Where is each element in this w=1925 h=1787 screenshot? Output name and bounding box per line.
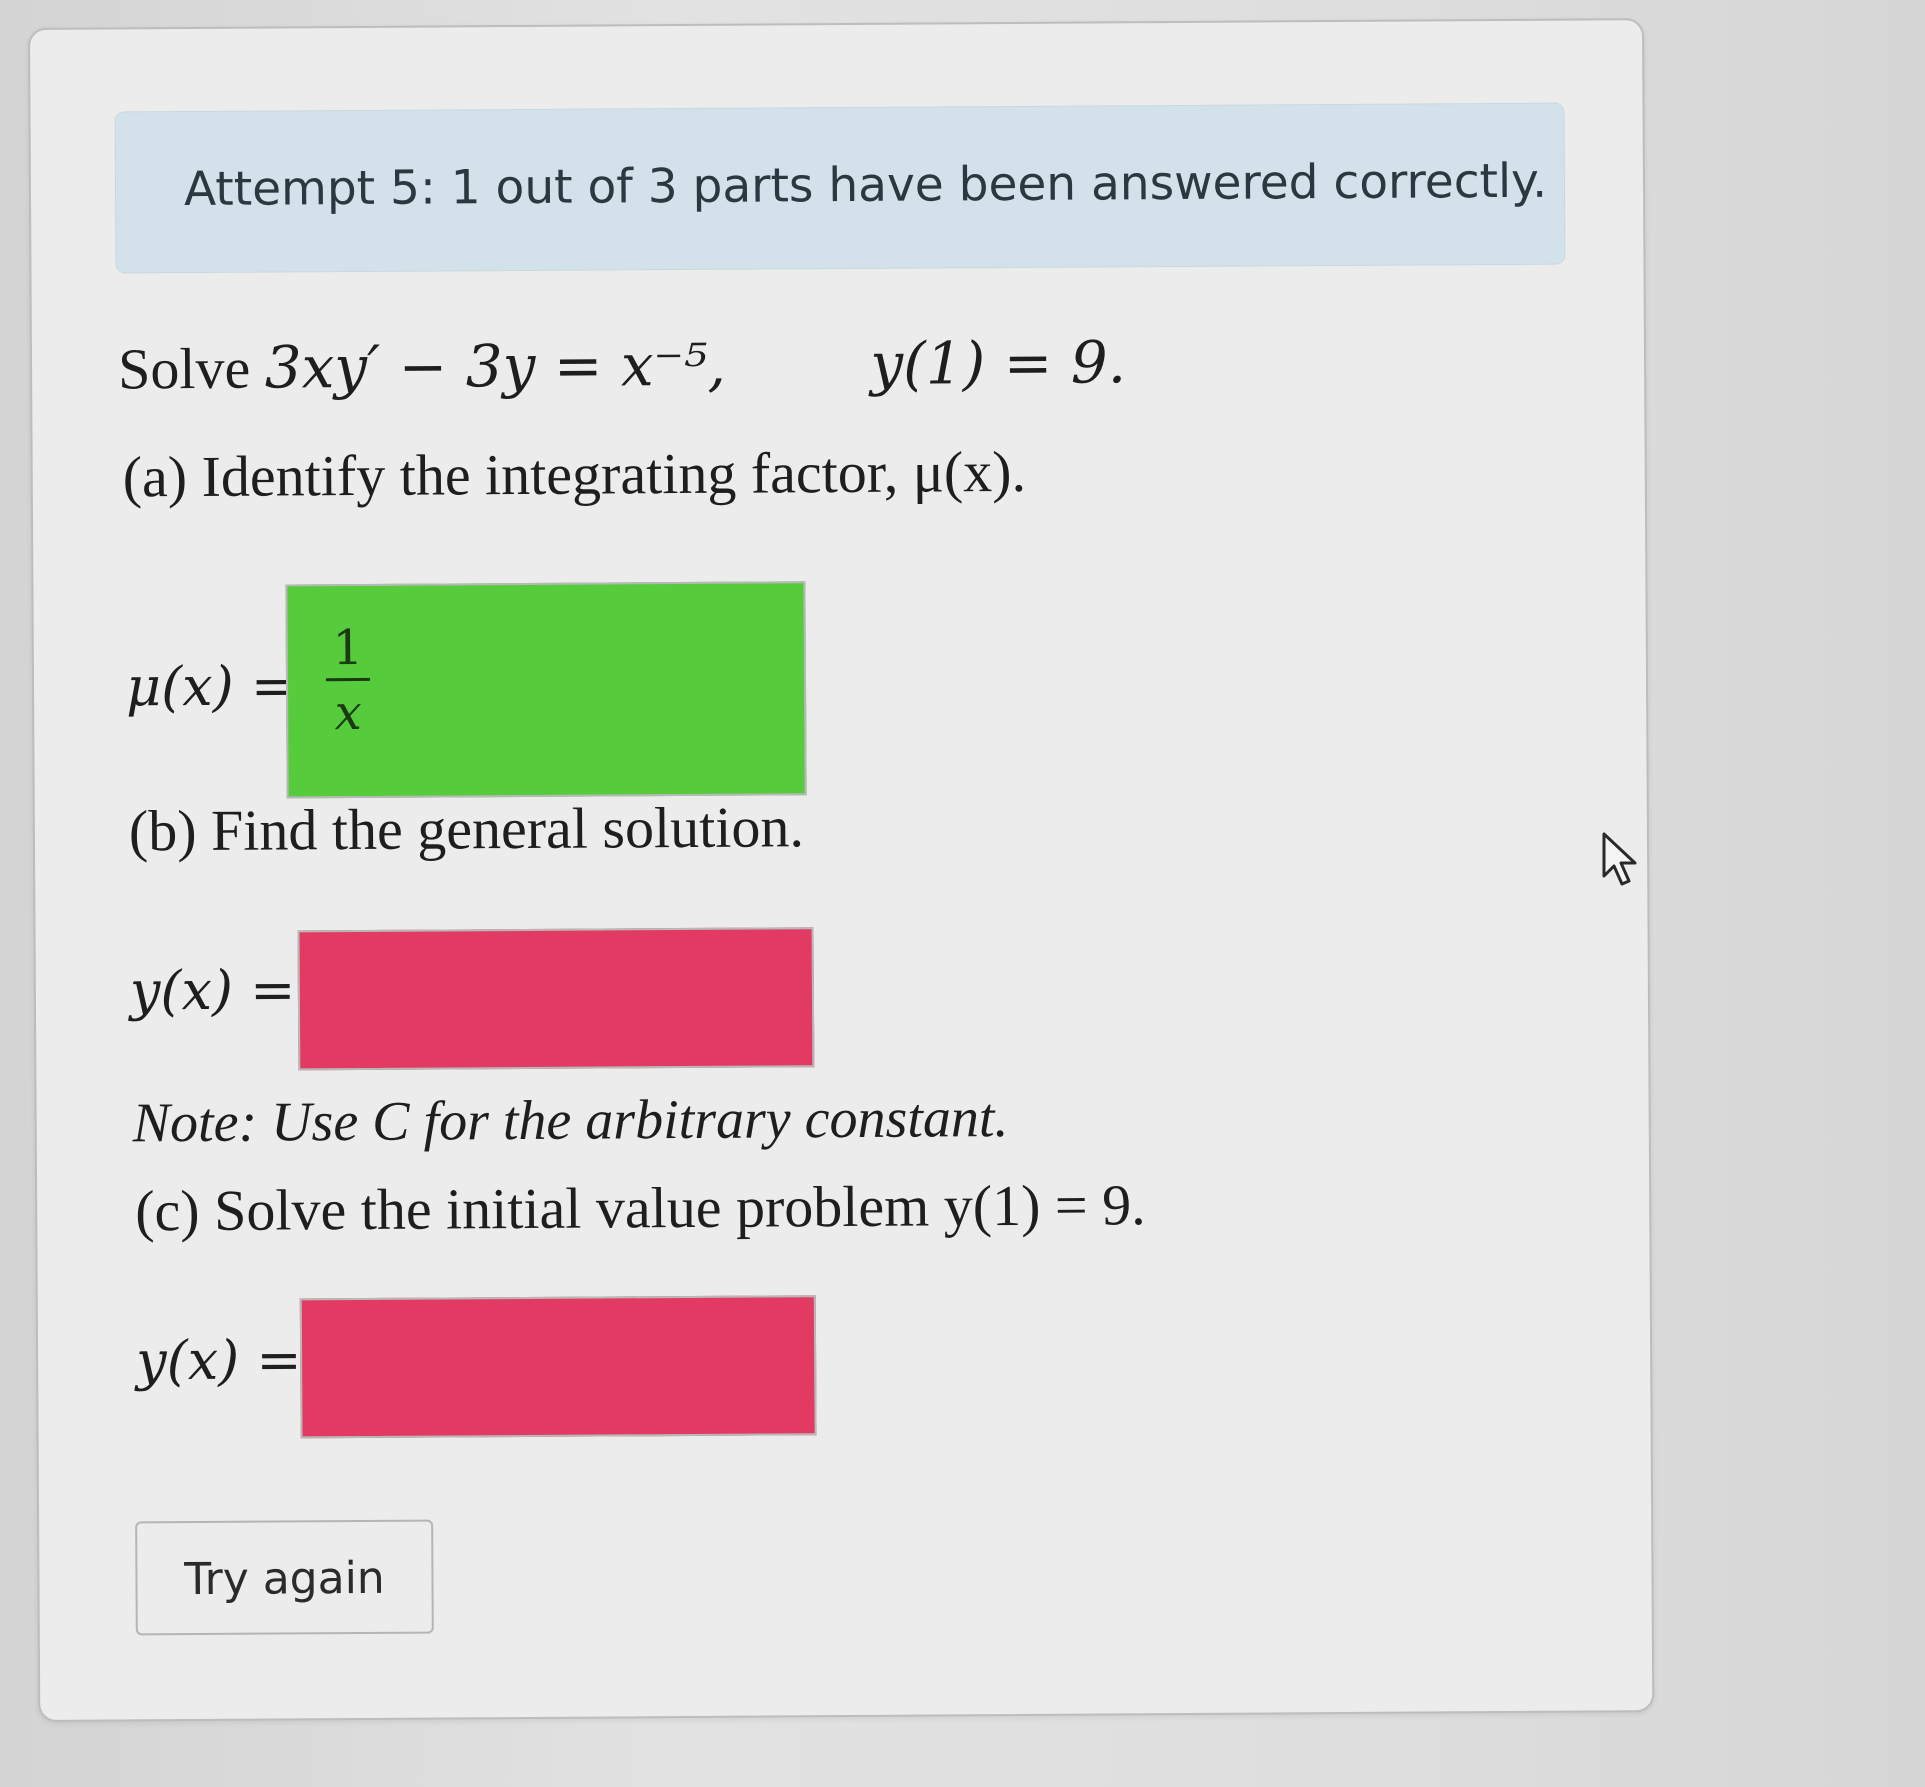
part-c-prompt: (c) Solve the initial value problem y(1)… [135,1172,1146,1244]
problem-equation: 3xy′ − 3y = x⁻⁵, [264,330,727,402]
attempt-status-text: Attempt 5: 1 out of 3 parts have been an… [183,153,1548,218]
problem-prefix: Solve [117,335,251,402]
question-card: Attempt 5: 1 out of 3 parts have been an… [28,18,1655,1722]
part-a-answer-field[interactable]: 1 x [285,581,807,799]
part-b-prompt: (b) Find the general solution. [128,794,805,864]
part-a-answer-fraction: 1 x [325,619,371,742]
problem-statement: Solve 3xy′ − 3y = x⁻⁵, y(1) = 9. [118,328,1126,402]
part-a-answer-numerator: 1 [332,619,364,677]
part-b-answer-field[interactable] [297,927,815,1071]
part-c-answer-field[interactable] [299,1295,817,1439]
attempt-status-banner: Attempt 5: 1 out of 3 parts have been an… [114,102,1566,274]
part-b-lhs: y(x) = [129,958,296,1023]
try-again-button[interactable]: Try again [135,1519,434,1636]
part-a-lhs: μ(x) = [125,654,297,719]
mouse-pointer-icon [1600,832,1640,888]
problem-initial-condition: y(1) = 9. [870,328,1127,398]
part-c-lhs: y(x) = [135,1328,302,1393]
fraction-bar [325,677,370,682]
part-a-prompt: (a) Identify the integrating factor, μ(x… [122,438,1027,510]
part-a-answer-denominator: x [334,684,362,742]
part-b-note: Note: Use C for the arbitrary constant. [132,1087,1009,1155]
